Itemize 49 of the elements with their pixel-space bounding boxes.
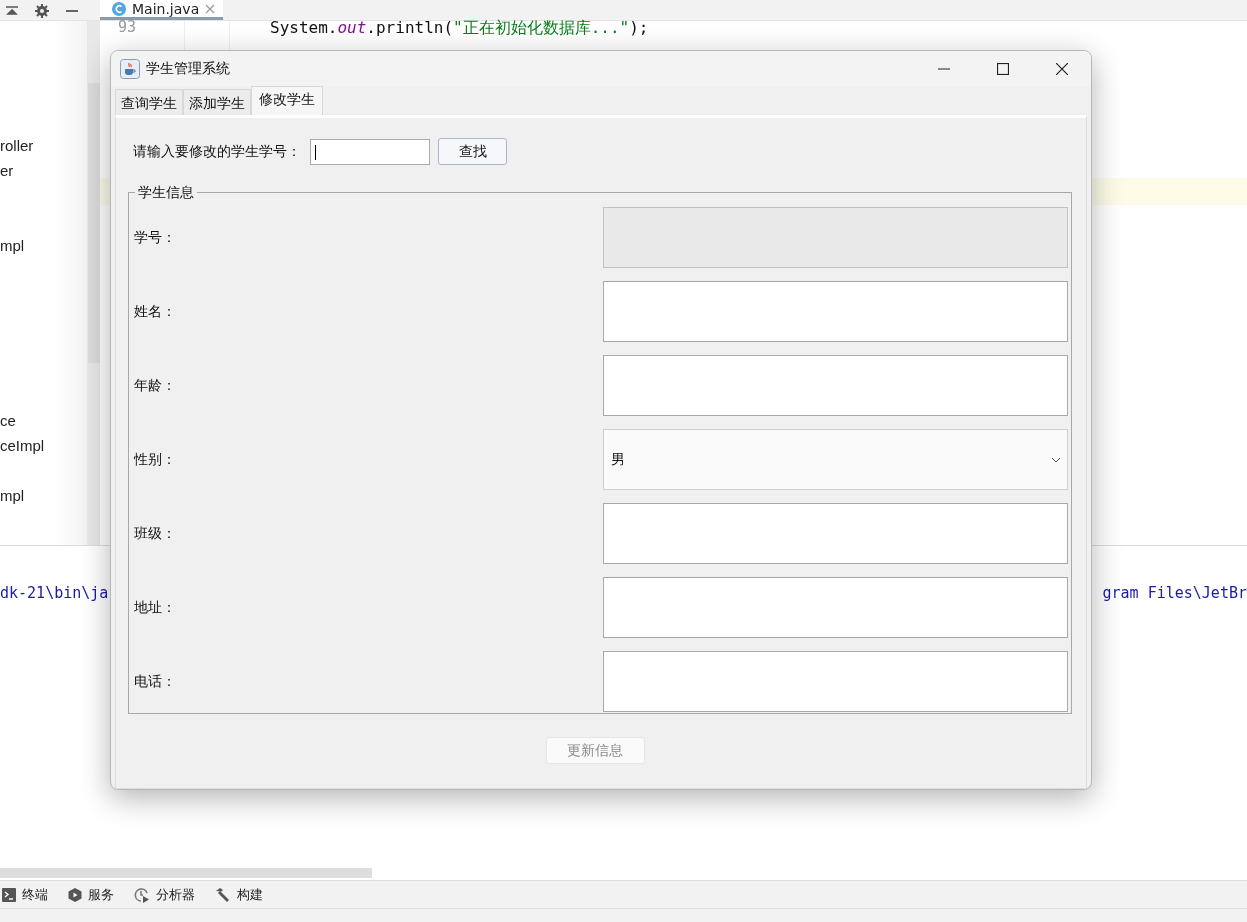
field-label: 性别： [134,450,176,469]
group-title: 学生信息 [135,183,197,201]
tab[interactable]: 添加学生 [183,89,251,115]
tab[interactable]: 修改学生 [251,86,323,115]
scrollbar[interactable] [88,83,100,363]
input-field[interactable] [603,355,1068,416]
tree-item[interactable]: mpl [0,483,87,508]
field-label: 学号： [134,228,176,247]
tool-window-button[interactable]: 终端 [0,885,58,904]
console-text: dk-21\bin\ja [0,584,109,602]
clock-play-icon [134,886,150,903]
tree-item[interactable]: er [0,158,87,183]
terminal-icon [2,887,16,902]
close-icon[interactable] [1056,63,1068,75]
field-label: 班级： [134,524,176,543]
tool-window-button[interactable]: 构建 [213,885,273,904]
tab[interactable]: 查询学生 [115,89,183,115]
tool-window-button[interactable]: 服务 [66,885,124,904]
input-field[interactable] [603,503,1068,564]
maximize-icon[interactable] [997,63,1009,75]
search-button[interactable]: 查找 [438,138,507,165]
student-id-field[interactable] [310,138,430,165]
tree-item[interactable]: mpl [0,233,87,258]
java-cup-icon [120,59,140,79]
input-field[interactable] [603,281,1068,342]
tree-item[interactable]: ceImpl [0,433,87,458]
tool-window-button[interactable]: 分析器 [132,885,205,904]
field-label: 电话： [134,672,176,691]
tree-item[interactable]: roller [0,133,87,158]
search-label: 请输入要修改的学生学号： [133,142,301,161]
tree-item[interactable]: ce [0,408,87,433]
collapse-icon[interactable] [4,4,20,18]
chevron-down-icon [1051,456,1061,463]
console-text: gram Files\JetBr [1102,584,1247,602]
settings-icon[interactable] [34,3,50,19]
field-label: 姓名： [134,302,176,321]
scrollbar[interactable] [0,868,372,878]
field-label: 地址： [134,598,176,617]
gender-dropdown[interactable]: 男 [603,429,1068,490]
hammer-icon [215,886,231,903]
input-field[interactable] [603,577,1068,638]
input-field[interactable] [603,651,1068,712]
window-title: 学生管理系统 [146,60,231,78]
line-number: 93 [118,21,138,38]
play-icon [68,887,82,902]
code-line: System.out.println("正在初始化数据库..."); [269,21,650,39]
editor-tab[interactable]: Main.java [100,0,224,20]
field-label: 年龄： [134,376,176,395]
class-file-icon [112,1,126,16]
